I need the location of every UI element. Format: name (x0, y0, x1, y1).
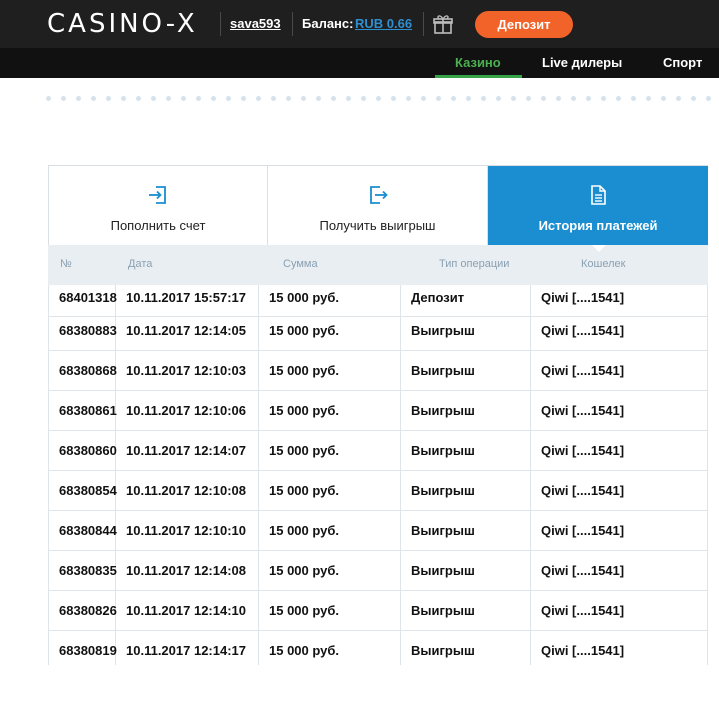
cell-amount: 15 000 руб. (259, 631, 401, 665)
cell-operation-type: Выигрыш (401, 311, 531, 351)
top-header: CASINO-X sava593 Баланс: RUB 0.66 Депози… (0, 0, 719, 48)
cell-wallet: Qiwi [....1541] (541, 563, 625, 578)
table-row: 68380844 10.11.2017 12:10:10 15 000 руб. Вы… (49, 511, 707, 551)
column-header-number: № (60, 258, 72, 270)
cell-operation-type: Выигрыш (401, 591, 531, 631)
nav-active-underline (435, 75, 522, 78)
cell-date: 10.11.2017 12:10:10 (116, 511, 259, 551)
cell-date: 10.11.2017 12:10:06 (116, 391, 259, 431)
cell-number: 68380860 (49, 431, 117, 471)
cell-date: 10.11.2017 12:10:08 (116, 471, 259, 511)
tab-payment-history-label: История платежей (538, 218, 658, 233)
cell-wallet: Qiwi [....1541] (541, 443, 625, 458)
table-row: 68380883 10.11.2017 12:14:05 15 000 руб. Вы… (49, 311, 707, 351)
cell-operation-type: Выигрыш (401, 551, 531, 591)
cell-amount: 15 000 руб. (259, 511, 401, 551)
header-divider (220, 12, 221, 36)
cell-operation-type: Выигрыш (401, 631, 531, 665)
table-row: 68380868 10.11.2017 12:10:03 15 000 руб. Вы… (49, 351, 707, 391)
login-icon (147, 184, 169, 206)
column-header-wallet: Кошелек (581, 258, 626, 270)
column-header-date: Дата (128, 258, 153, 270)
casino-logo[interactable]: CASINO-X (47, 10, 198, 38)
cell-amount: 15 000 руб. (259, 591, 401, 631)
table-row: 68380819 10.11.2017 12:14:17 15 000 руб. Вы… (49, 631, 707, 665)
cell-number: 68380819 (49, 631, 117, 665)
cell-date: 10.11.2017 12:14:17 (116, 631, 259, 665)
cell-number: 68380883 (49, 311, 117, 351)
tab-withdraw[interactable]: Получить выигрыш (268, 166, 488, 245)
document-icon (587, 184, 609, 206)
cell-number: 68380835 (49, 551, 117, 591)
logout-icon (367, 184, 389, 206)
cell-operation-type: Выигрыш (401, 391, 531, 431)
cell-wallet: Qiwi [....1541] (541, 483, 625, 498)
cell-amount: 15 000 руб. (259, 471, 401, 511)
table-row: 68380860 10.11.2017 12:14:07 15 000 руб. Вы… (49, 431, 707, 471)
cell-date: 10.11.2017 12:14:10 (116, 591, 259, 631)
dotted-divider (46, 96, 719, 104)
nav-item-casino[interactable]: Казино (455, 48, 501, 78)
main-nav: Казино Live дилеры Спорт (0, 48, 719, 78)
cell-number: 68380854 (49, 471, 117, 511)
cell-date: 10.11.2017 12:10:03 (116, 351, 259, 391)
table-row: 68380854 10.11.2017 12:10:08 15 000 руб. Вы… (49, 471, 707, 511)
table-header: № Дата Сумма Тип операции Кошелек (48, 245, 708, 285)
active-tab-pointer (592, 245, 606, 252)
column-header-operation-type: Тип операции (439, 258, 510, 270)
header-divider (292, 12, 293, 36)
tab-payment-history[interactable]: История платежей (488, 166, 708, 245)
cell-date: 10.11.2017 12:14:08 (116, 551, 259, 591)
payment-tabs: Пополнить счет Получить выигрыш История … (48, 165, 708, 245)
cell-wallet: Qiwi [....1541] (541, 523, 625, 538)
payments-table-body[interactable]: 68401318 10.11.2017 15:57:17 15 000 руб. Де… (48, 285, 708, 665)
nav-item-sport[interactable]: Спорт (663, 48, 702, 78)
cell-wallet: Qiwi [....1541] (541, 643, 625, 658)
cell-operation-type: Выигрыш (401, 471, 531, 511)
tab-deposit-label: Пополнить счет (110, 218, 206, 233)
cell-number: 68380868 (49, 351, 117, 391)
cell-operation-type: Выигрыш (401, 431, 531, 471)
balance-value-link[interactable]: RUB 0.66 (355, 16, 412, 31)
tab-withdraw-label: Получить выигрыш (319, 218, 436, 233)
cell-amount: 15 000 руб. (259, 551, 401, 591)
cell-wallet: Qiwi [....1541] (541, 403, 625, 418)
cell-number: 68380861 (49, 391, 117, 431)
cell-amount: 15 000 руб. (259, 431, 401, 471)
cell-wallet: Qiwi [....1541] (541, 363, 625, 378)
cell-amount: 15 000 руб. (259, 351, 401, 391)
table-row: 68380826 10.11.2017 12:14:10 15 000 руб. Вы… (49, 591, 707, 631)
cell-operation-type: Выигрыш (401, 511, 531, 551)
tab-deposit[interactable]: Пополнить счет (49, 166, 268, 245)
gift-icon[interactable] (432, 13, 454, 35)
cell-wallet: Qiwi [....1541] (541, 323, 625, 338)
cell-amount: 15 000 руб. (259, 391, 401, 431)
username-link[interactable]: sava593 (230, 16, 281, 31)
cell-amount: 15 000 руб. (259, 311, 401, 351)
cell-date: 10.11.2017 12:14:07 (116, 431, 259, 471)
table-row: 68380861 10.11.2017 12:10:06 15 000 руб. Вы… (49, 391, 707, 431)
balance-label: Баланс: (302, 16, 354, 31)
deposit-button[interactable]: Депозит (475, 11, 573, 38)
header-divider (423, 12, 424, 36)
cell-number: 68380826 (49, 591, 117, 631)
column-header-amount: Сумма (283, 258, 318, 270)
cell-operation-type: Выигрыш (401, 351, 531, 391)
cell-number: 68380844 (49, 511, 117, 551)
table-row: 68380835 10.11.2017 12:14:08 15 000 руб. Вы… (49, 551, 707, 591)
cell-wallet: Qiwi [....1541] (541, 603, 625, 618)
nav-item-live-dealers[interactable]: Live дилеры (542, 48, 622, 78)
cell-date: 10.11.2017 12:14:05 (116, 311, 259, 351)
